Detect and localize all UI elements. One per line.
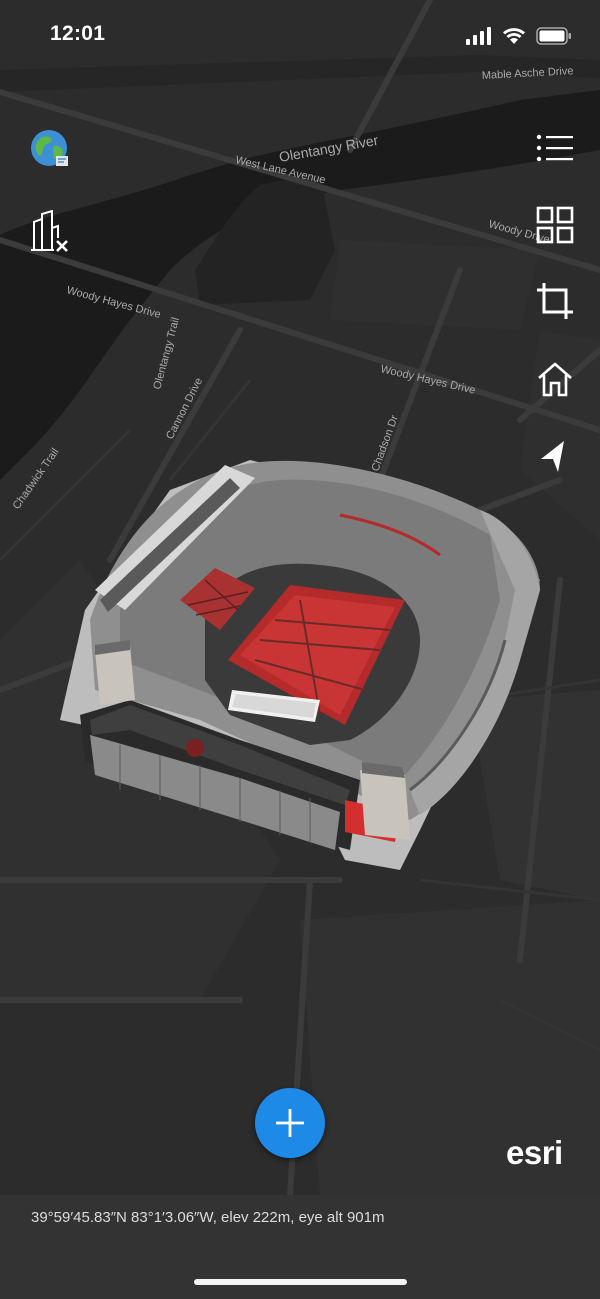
location-button[interactable] (530, 434, 574, 478)
list-icon (536, 134, 573, 162)
home-button[interactable] (533, 357, 577, 401)
battery-icon (536, 27, 571, 45)
signal-icon (466, 27, 491, 45)
home-icon (538, 362, 572, 397)
plus-icon (276, 1109, 304, 1137)
coordinates-text: 39°59′45.83″N 83°1′3.06″W, elev 222m, ey… (31, 1209, 385, 1226)
gallery-button[interactable] (533, 203, 577, 247)
status-icons (466, 24, 572, 48)
status-bar: 12:01 (0, 0, 600, 72)
layers-button[interactable] (533, 126, 577, 170)
add-button[interactable] (255, 1088, 325, 1158)
esri-logo: esri (506, 1134, 563, 1171)
navigation-arrow-icon (541, 441, 564, 472)
basemap-button[interactable] (29, 128, 73, 172)
crop-icon (537, 283, 573, 319)
wifi-icon (503, 28, 525, 44)
grid-icon (536, 206, 574, 244)
home-indicator[interactable] (194, 1279, 407, 1285)
buildings-toggle-icon (31, 210, 68, 252)
status-time: 12:01 (50, 22, 106, 45)
globe-icon (31, 130, 68, 166)
crop-button[interactable] (533, 279, 577, 323)
buildings-toggle-button[interactable] (28, 210, 72, 254)
